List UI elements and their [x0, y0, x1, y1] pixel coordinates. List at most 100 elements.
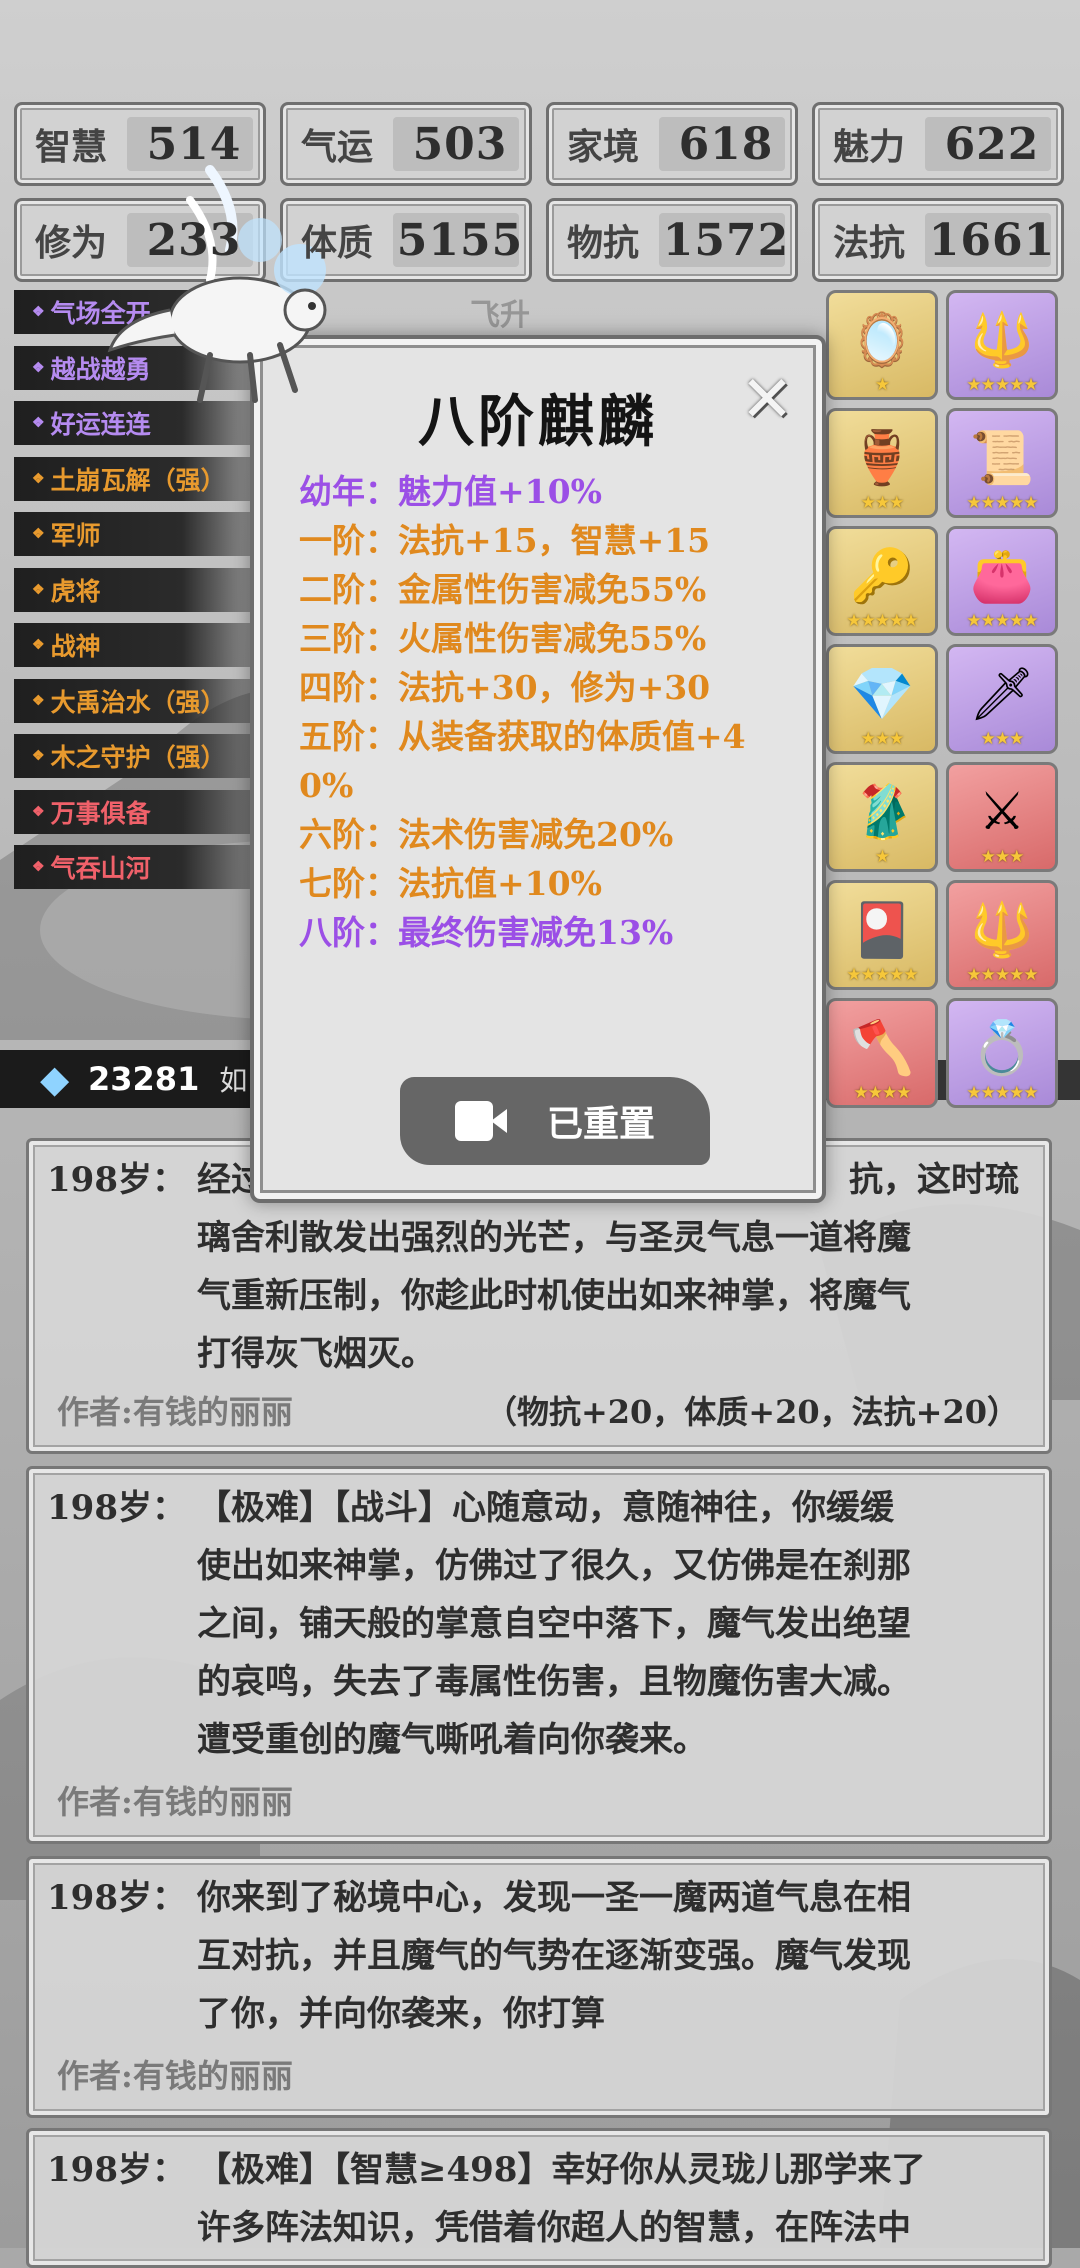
talent-label: 虎将	[50, 576, 101, 606]
axe-icon: 🪓	[849, 1018, 915, 1079]
story-line-tail: 抗，这时琉	[849, 1160, 1019, 1200]
equipment-slot-scroll[interactable]: 📜 ★★★★★	[946, 408, 1058, 518]
story-age: 198岁：	[47, 1160, 186, 1200]
token-icon: 🎴	[849, 900, 915, 961]
talent-label: 万事俱备	[50, 798, 151, 828]
stage-line: 一阶：法抗+15，智慧+15	[299, 521, 711, 560]
stat-physical-resist: 物抗 1572	[546, 198, 798, 282]
equipment-slot-pouch[interactable]: 👛 ★★★★★	[946, 526, 1058, 636]
equipment-slot-scepter[interactable]: 🔑 ★★★★★	[826, 526, 938, 636]
rarity-stars: ★★★★★	[966, 493, 1038, 513]
talent-item[interactable]: ❖ 军师	[14, 512, 254, 556]
diamond-icon: ❖	[32, 637, 45, 653]
story-line: 璃舍利散发出强烈的光芒，与圣灵气息一道将魔	[197, 1218, 911, 1258]
story-line: 你来到了秘境中心，发现一圣一魔两道气息在相	[197, 1878, 911, 1918]
story-age: 198岁：	[47, 1488, 186, 1528]
scroll-icon: 📜	[969, 428, 1035, 489]
story-bonus: （物抗+20，体质+20，法抗+20）	[484, 1393, 1019, 1431]
diamond-icon: ❖	[32, 581, 45, 598]
story-line: 许多阵法知识，凭借着你超人的智慧，在阵法中	[197, 2208, 911, 2248]
rarity-stars: ★★★★★	[846, 965, 918, 985]
qilin-detail-dialog: 八阶麒麟 ✕ 幼年：魅力值+10% 一阶：法抗+15，智慧+15 二阶：金属性伤…	[250, 335, 826, 1203]
equipment-slot-token[interactable]: 🎴 ★★★★★	[826, 880, 938, 990]
stage-line: 八阶：最终伤害减免13%	[299, 913, 674, 952]
stat-label: 修为	[34, 222, 107, 264]
sword-icon: ⚔	[978, 781, 1026, 842]
stat-label: 体质	[300, 222, 373, 264]
mirror-icon: 🪞	[849, 310, 915, 371]
equipment-slot-robe[interactable]: 🥻 ★	[826, 762, 938, 872]
gem-count: 23281	[88, 1060, 200, 1098]
scepter-icon: 🔑	[849, 546, 915, 607]
story-line: 的哀鸣，失去了毒属性伤害，且物魔伤害大减。	[197, 1662, 911, 1702]
gem-extra-label: 如	[219, 1064, 248, 1097]
talent-item[interactable]: ❖ 大禹治水（强）	[14, 678, 254, 723]
story-card: 198岁： 你来到了秘境中心，发现一圣一魔两道气息在相 互对抗，并且魔气的气势在…	[26, 1856, 1052, 2118]
ascension-tab-label: 飞升	[470, 298, 530, 333]
stage-line: 七阶：法抗值+10%	[299, 864, 602, 903]
rarity-stars: ★★★★★	[966, 965, 1038, 985]
story-line: 之间，铺天般的掌意自空中落下，魔气发出绝望	[197, 1604, 911, 1644]
talent-item[interactable]: ❖ 战神	[14, 623, 254, 667]
equipment-slot-mirror[interactable]: 🪞 ★	[826, 290, 938, 400]
qilin-creature-icon	[107, 165, 327, 403]
stage-line: 六阶：法术伤害减免20%	[299, 815, 674, 854]
stat-label: 魅力	[832, 126, 905, 168]
talisman-icon: 🔱	[969, 310, 1035, 371]
equipment-slot-cauldron[interactable]: 🏺 ★★★	[826, 408, 938, 518]
rarity-stars: ★★★★★	[846, 611, 918, 631]
equipment-slot-talisman[interactable]: 🔱 ★★★★★	[946, 290, 1058, 400]
stat-charm: 魅力 622	[812, 102, 1064, 186]
stat-label: 气运	[300, 126, 373, 168]
diamond-icon: ❖	[32, 692, 45, 709]
reset-button[interactable]: 已重置	[400, 1077, 710, 1165]
diamond-icon: ❖	[32, 859, 45, 875]
talent-label: 土崩瓦解（强）	[50, 465, 226, 495]
talent-item[interactable]: ❖ 虎将	[14, 567, 254, 612]
equipment-slot-sword[interactable]: ⚔ ★★★	[946, 762, 1058, 872]
talent-item[interactable]: ❖ 木之守护（强）	[14, 734, 254, 778]
diamond-icon: ❖	[32, 803, 45, 820]
story-line: 使出如来神掌，仿佛过了很久，又仿佛是在刹那	[197, 1546, 911, 1586]
equipment-slot-dagger[interactable]: 🗡 ★★★	[946, 644, 1058, 754]
close-icon[interactable]: ✕	[736, 368, 798, 432]
equipment-slot-crystal[interactable]: 💎 ★★★	[826, 644, 938, 754]
stat-label: 物抗	[566, 222, 639, 264]
rarity-stars: ★★★	[980, 847, 1025, 867]
rarity-stars: ★★★	[860, 493, 905, 513]
rarity-stars: ★	[874, 847, 890, 867]
rarity-stars: ★	[874, 375, 890, 395]
stat-value: 1661	[928, 214, 1056, 266]
stat-label: 法抗	[832, 222, 905, 264]
diamond-icon: ❖	[32, 526, 45, 542]
stat-family: 家境 618	[546, 102, 798, 186]
diamond-icon: ❖	[32, 470, 45, 487]
talent-item[interactable]: ❖ 万事俱备	[14, 789, 254, 834]
talent-item[interactable]: ❖ 气吞山河	[14, 845, 254, 889]
equipment-slot-spear[interactable]: 🔱 ★★★★★	[946, 880, 1058, 990]
spear-icon: 🔱	[969, 900, 1035, 961]
story-line: 【极难】【智慧≥498】幸好你从灵珑儿那学来了	[197, 2150, 926, 2190]
stage-line: 二阶：金属性伤害减免55%	[299, 570, 707, 609]
story-line: 气重新压制，你趁此时机使出如来神掌，将魔气	[197, 1276, 911, 1316]
rarity-stars: ★★★	[860, 729, 905, 749]
stat-label: 家境	[566, 126, 639, 168]
equipment-slot-ring[interactable]: 💍 ★★★★★	[946, 998, 1058, 1108]
equipment-slot-axe[interactable]: 🪓 ★★★★	[826, 998, 938, 1108]
diamond-icon: ❖	[32, 304, 45, 320]
cauldron-icon: 🏺	[849, 428, 915, 489]
stage-list: 幼年：魅力值+10% 一阶：法抗+15，智慧+15 二阶：金属性伤害减免55% …	[299, 467, 792, 957]
story-line: 了你，并向你袭来，你打算	[197, 1994, 605, 2034]
gem-currency-bar: ◆ 23281 如	[0, 1050, 260, 1108]
stage-line: 四阶：法抗+30，修为+30	[299, 668, 711, 707]
rarity-stars: ★★★★★	[966, 611, 1038, 631]
rarity-stars: ★★★	[980, 729, 1025, 749]
talent-label: 木之守护（强）	[50, 743, 226, 772]
stat-value: 233	[146, 214, 242, 266]
talent-item[interactable]: ❖ 土崩瓦解（强）	[14, 456, 254, 501]
stat-value: 622	[944, 118, 1040, 170]
rarity-stars: ★★★★★	[966, 375, 1038, 395]
stat-value: 618	[678, 118, 774, 170]
story-author: 作者:有钱的丽丽	[57, 1783, 293, 1821]
rarity-stars: ★★★★	[853, 1083, 912, 1103]
